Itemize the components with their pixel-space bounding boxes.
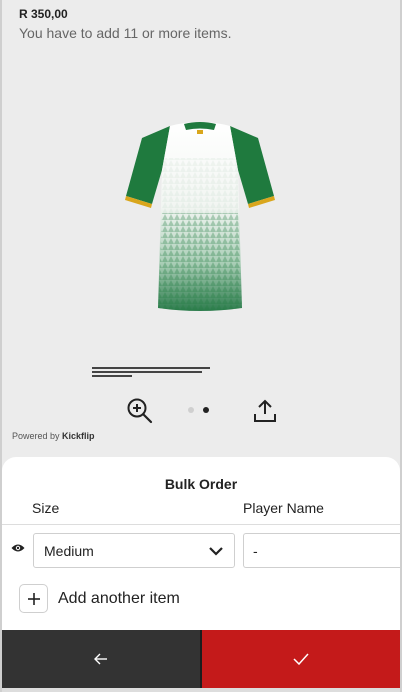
powered-by-label: Powered by Kickflip <box>12 431 95 441</box>
disclaimer-fineprint <box>92 367 212 377</box>
arrow-left-icon <box>94 653 107 665</box>
product-price: R 350,00 <box>19 7 68 21</box>
confirm-button[interactable] <box>202 630 400 688</box>
header-divider <box>2 524 400 525</box>
bottom-strip <box>2 688 400 692</box>
minimum-items-note: You have to add 11 or more items. <box>19 25 232 41</box>
checkmark-icon <box>293 653 309 665</box>
bulk-order-title: Bulk Order <box>164 476 238 492</box>
customizer-app: R 350,00 You have to add 11 or more item… <box>2 0 400 692</box>
player-name-input[interactable] <box>243 533 400 568</box>
player-name-column-header: Player Name <box>243 500 324 516</box>
size-select[interactable]: Medium <box>33 533 235 568</box>
share-icon <box>254 399 276 422</box>
image-pagination <box>188 407 209 413</box>
chevron-down-icon <box>209 546 223 556</box>
plus-icon <box>19 584 48 613</box>
size-select-value: Medium <box>44 542 94 559</box>
bottom-action-bar <box>2 630 400 688</box>
size-column-header: Size <box>32 500 60 516</box>
share-button[interactable] <box>250 396 280 426</box>
page-dot-active[interactable] <box>203 407 209 413</box>
bulk-order-sheet: Bulk Order Size Player Name Medium Add a… <box>2 457 400 630</box>
jersey-back-image <box>114 118 286 314</box>
zoom-in-icon <box>127 398 153 424</box>
back-button[interactable] <box>2 630 202 688</box>
add-another-item-button[interactable]: Add another item <box>19 584 180 613</box>
add-another-item-label: Add another item <box>58 589 180 607</box>
page-dot[interactable] <box>188 407 194 413</box>
brand-name[interactable]: Kickflip <box>62 431 95 441</box>
zoom-in-button[interactable] <box>125 396 155 426</box>
powered-by-prefix: Powered by <box>12 431 63 441</box>
eye-icon[interactable] <box>11 543 25 553</box>
